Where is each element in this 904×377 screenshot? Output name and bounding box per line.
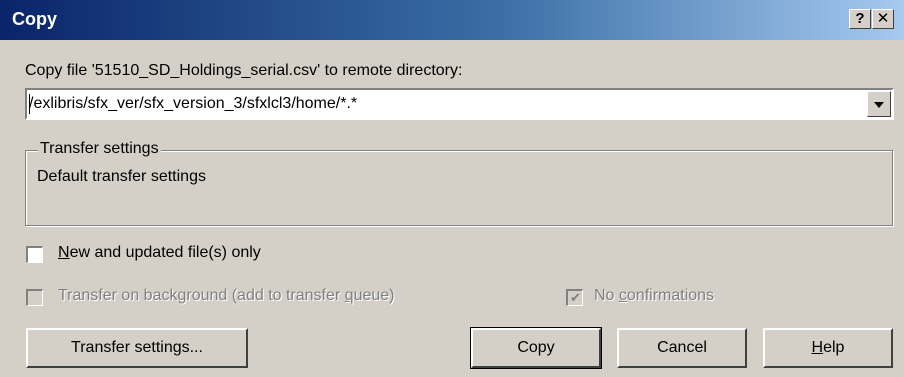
- help-icon[interactable]: ?: [849, 9, 871, 29]
- no-confirmations-label: No confirmations: [594, 287, 714, 305]
- cancel-button[interactable]: Cancel: [617, 328, 747, 368]
- checkmark-icon: ✔: [570, 290, 581, 305]
- new-updated-checkbox[interactable]: [26, 246, 43, 263]
- window-title: Copy: [12, 9, 57, 29]
- no-confirmations-checkbox[interactable]: ✔: [566, 289, 583, 306]
- copy-prompt-text: Copy file '51510_SD_Holdings_serial.csv'…: [25, 62, 463, 79]
- access-key: N: [58, 244, 70, 261]
- background-transfer-checkbox[interactable]: [26, 289, 43, 306]
- transfer-settings-group: Transfer settings Default transfer setti…: [25, 140, 893, 226]
- new-updated-label[interactable]: New and updated file(s) only: [58, 244, 261, 262]
- remote-directory-combo[interactable]: /exlibris/sfx_ver/sfx_version_3/sfxlcl3/…: [25, 88, 894, 120]
- label-text: ew and updated file(s) only: [69, 244, 261, 261]
- access-key: q: [344, 287, 354, 304]
- label-text: No: [594, 287, 619, 304]
- background-transfer-label: Transfer on background (add to transfer …: [58, 287, 395, 305]
- label-text: ueue): [353, 287, 395, 304]
- dropdown-arrow-icon[interactable]: [867, 91, 891, 117]
- close-icon[interactable]: ✕: [872, 9, 894, 29]
- access-key: c: [618, 287, 627, 304]
- label-text: Transfer on background (add to transfer: [58, 287, 345, 304]
- remote-directory-value[interactable]: /exlibris/sfx_ver/sfx_version_3/sfxlcl3/…: [29, 95, 357, 113]
- group-legend: Transfer settings: [38, 140, 161, 158]
- transfer-settings-value: Default transfer settings: [37, 168, 206, 185]
- copy-button[interactable]: Copy: [470, 327, 602, 369]
- label-text: onfirmations: [626, 287, 715, 304]
- button-label: elp: [823, 339, 845, 356]
- copy-prompt-label: Copy file '51510_SD_Holdings_serial.csv'…: [25, 62, 462, 80]
- transfer-settings-button[interactable]: Transfer settings...: [26, 328, 248, 368]
- access-key: H: [811, 339, 824, 356]
- help-button[interactable]: Help: [763, 328, 893, 368]
- title-bar: Copy ? ✕: [0, 0, 904, 40]
